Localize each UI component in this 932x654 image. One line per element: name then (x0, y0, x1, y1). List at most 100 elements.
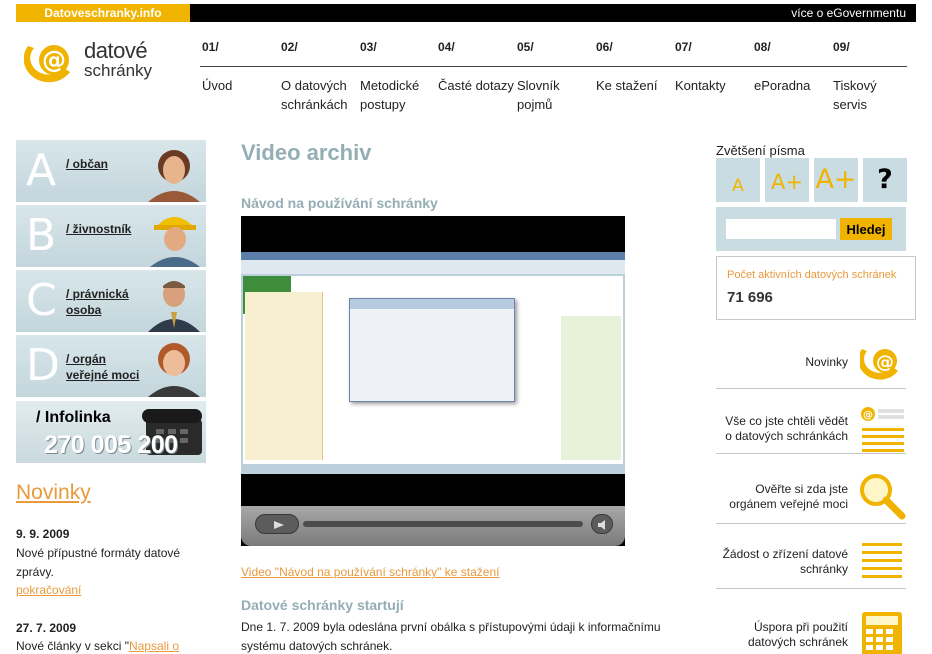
right-link-novinky[interactable]: Novinky @ (716, 325, 906, 389)
nav-number: 02/ (281, 40, 298, 54)
section-heading: Datové schránky startují (241, 597, 404, 613)
audience-label: / občan (66, 157, 109, 171)
right-link-text: Žádost o zřízení datové schránky (722, 547, 848, 576)
audience-obcan[interactable]: A / občan (16, 140, 206, 202)
video-window-titlebar (241, 252, 625, 260)
nav-number: 03/ (360, 40, 377, 54)
nav-number: 05/ (517, 40, 534, 54)
volume-button[interactable] (591, 514, 613, 534)
infolinka-banner[interactable]: / Infolinka 270 005 200 (16, 401, 206, 463)
main-nav: 01/ Úvod 02/ O datových schránkách 03/ M… (200, 40, 907, 120)
news-date: 27. 7. 2009 (16, 621, 77, 635)
font-size-largest-label: A+ (815, 164, 857, 195)
audience-letter: B (26, 210, 57, 261)
datove-schranky-logo-icon: @ (861, 407, 904, 452)
nav-number: 04/ (438, 40, 455, 54)
right-link-overte-organ[interactable]: Ověřte si zda jste orgánem veřejné moci (716, 460, 906, 524)
video-seek-bar[interactable] (303, 521, 583, 527)
active-boxes-counter: Počet aktivních datových schránek 71 696 (716, 256, 916, 320)
nav-label: ePoradna (754, 78, 811, 93)
right-link-text: Ověřte si zda jste orgánem veřejné moci (729, 482, 848, 511)
nav-number: 01/ (202, 40, 219, 54)
form-lines-icon (862, 543, 902, 578)
audience-organ-verejne-moci[interactable]: D / orgán veřejné moci (16, 335, 206, 397)
audience-label: / právnická osoba (66, 287, 129, 317)
nav-item-ke-stazeni[interactable]: 06/ Ke stažení (596, 40, 674, 95)
font-zoom-label: Zvětšení písma (716, 143, 805, 158)
logo-text-datove: datové (84, 38, 148, 63)
nav-item-kontakty[interactable]: 07/ Kontakty (675, 40, 753, 95)
section-text: Dne 1. 7. 2009 byla odeslána první obálk… (241, 620, 661, 653)
counter-value: 71 696 (727, 289, 773, 306)
play-icon (274, 521, 284, 529)
person-photo-icon (150, 217, 200, 267)
at-logo-icon: @ (860, 349, 898, 380)
volume-icon (598, 520, 605, 530)
magnifier-icon (860, 474, 906, 520)
top-bar: Datoveschranky.info více o eGovernmentu (16, 4, 916, 22)
help-button[interactable]: ? (863, 158, 907, 202)
nav-label: Ke stažení (596, 78, 658, 93)
font-size-larger-label: A+ (771, 170, 803, 194)
audience-label: / živnostník (66, 222, 132, 236)
egovernment-link[interactable]: více o eGovernmentu (791, 4, 906, 22)
right-link-uspora[interactable]: Úspora při použití datových schránek (716, 590, 906, 654)
news-text: Nové články v sekci "Napsali o (16, 637, 196, 654)
right-link-vse-o-schrankach[interactable]: Vše co jste chtěli vědět o datových schr… (716, 390, 906, 454)
nav-item-tiskovy-servis[interactable]: 09/ Tiskový servis (833, 40, 911, 114)
video-frame (241, 252, 625, 474)
right-link-text: Úspora při použití datových schránek (747, 620, 848, 649)
news-text-part: Nové články v sekci " (16, 639, 129, 653)
search-input[interactable] (726, 219, 836, 239)
nav-item-o-datovych-schrankach[interactable]: 02/ O datových schránkách (281, 40, 359, 114)
nav-label: Časté dotazy (438, 78, 514, 93)
font-size-normal-label: A (732, 176, 744, 196)
video-player[interactable] (241, 216, 625, 546)
news-more-link[interactable]: pokračování (16, 583, 81, 597)
nav-label: O datových schránkách (281, 78, 348, 112)
news-section-link[interactable]: Napsali o (129, 639, 179, 653)
video-controls (241, 506, 625, 546)
nav-label: Úvod (202, 78, 233, 93)
nav-item-metodicke-postupy[interactable]: 03/ Metodické postupy (360, 40, 438, 114)
audience-letter: C (26, 275, 57, 326)
news-date: 9. 9. 2009 (16, 527, 70, 541)
nav-number: 06/ (596, 40, 613, 54)
svg-text:@: @ (863, 410, 873, 421)
audience-zivnostnik[interactable]: B / živnostník (16, 205, 206, 267)
nav-label: Metodické postupy (360, 78, 420, 112)
calculator-icon (862, 612, 902, 654)
help-icon: ? (877, 164, 893, 195)
nav-number: 09/ (833, 40, 850, 54)
nav-item-uvod[interactable]: 01/ Úvod (202, 40, 280, 95)
video-page-news (561, 316, 621, 460)
nav-item-slovnik-pojmu[interactable]: 05/ Slovník pojmů (517, 40, 595, 114)
video-download-link[interactable]: Video "Návod na používání schránky" ke s… (241, 565, 499, 579)
page-title: Video archiv (241, 140, 372, 165)
play-button[interactable] (255, 514, 299, 534)
at-logo-icon: @ (24, 45, 70, 83)
font-size-larger-button[interactable]: A+ (765, 158, 809, 202)
nav-item-eporadna[interactable]: 08/ ePoradna (754, 40, 832, 95)
site-tab[interactable]: Datoveschranky.info (16, 4, 190, 22)
nav-label: Tiskový servis (833, 78, 877, 112)
nav-label: Slovník pojmů (517, 78, 560, 112)
news-heading-link[interactable]: Novinky (16, 481, 91, 505)
search-button[interactable]: Hledej (840, 218, 892, 240)
font-size-normal-button[interactable]: A (716, 158, 760, 202)
nav-item-caste-dotazy[interactable]: 04/ Časté dotazy (438, 40, 516, 95)
person-photo-icon (148, 343, 200, 397)
font-size-largest-button[interactable]: A+ (814, 158, 858, 202)
person-photo-icon (148, 150, 200, 202)
site-logo[interactable]: @ datové schránky (24, 38, 174, 88)
right-link-text: Novinky (805, 355, 848, 369)
audience-letter: D (26, 340, 60, 391)
right-link-zadost-o-zrizeni[interactable]: Žádost o zřízení datové schránky (716, 525, 906, 589)
counter-label: Počet aktivních datových schránek (727, 269, 897, 281)
video-address-bar (241, 260, 625, 274)
nav-number: 08/ (754, 40, 771, 54)
svg-text:@: @ (42, 46, 66, 74)
nav-number: 07/ (675, 40, 692, 54)
video-download-dialog (349, 298, 515, 402)
audience-pravnicka-osoba[interactable]: C / právnická osoba (16, 270, 206, 332)
